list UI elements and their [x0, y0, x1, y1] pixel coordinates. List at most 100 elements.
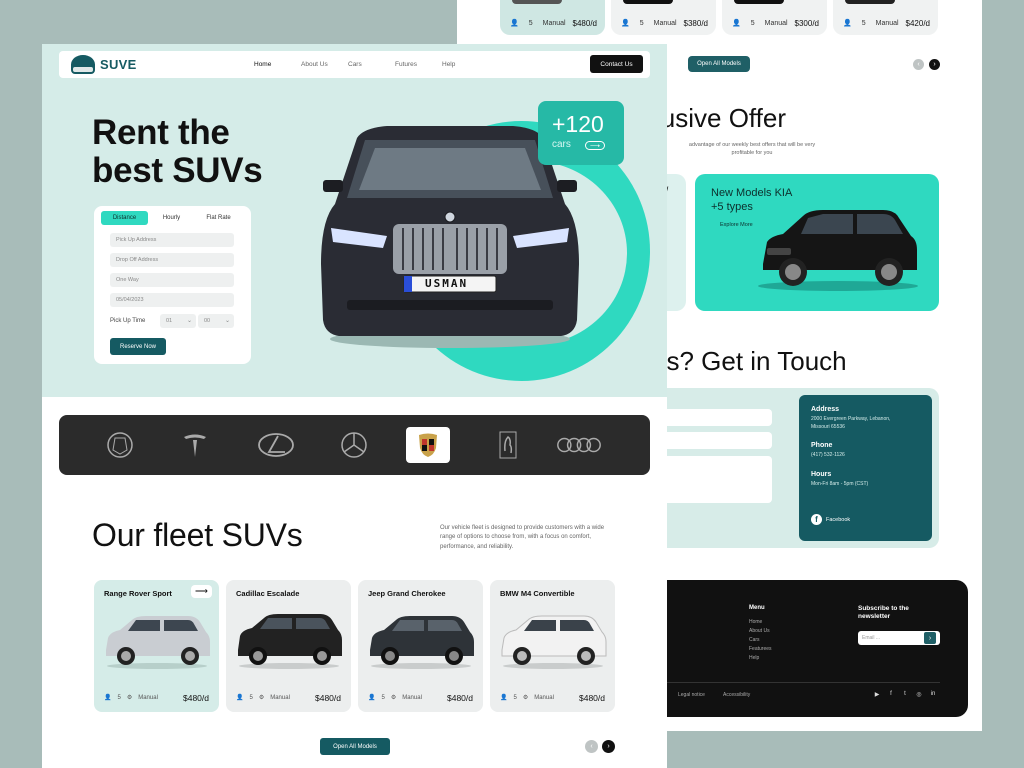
transmission: Manual: [542, 19, 566, 27]
footer-link-cars[interactable]: Cars: [749, 637, 760, 643]
nav-about-us[interactable]: About Us: [301, 61, 348, 68]
pickup-address-input[interactable]: Pick Up Address: [110, 233, 234, 247]
hour-value: 01: [166, 318, 173, 324]
footer-link-help[interactable]: Help: [749, 655, 759, 661]
address-heading: Address: [811, 406, 840, 413]
message-field[interactable]: [652, 456, 772, 503]
open-all-models-button[interactable]: Open All Models: [688, 56, 750, 72]
linkedin-icon[interactable]: in: [929, 690, 937, 698]
seat-icon: 👤: [500, 695, 508, 701]
transmission: Manual: [534, 694, 554, 701]
footer-link-featurees[interactable]: Featurees: [749, 646, 772, 652]
prev-arrow-icon[interactable]: ‹: [913, 59, 924, 70]
car-image: [512, 0, 562, 4]
car-card[interactable]: BMW M4 Convertible 👤 5 ⚙ Manual $480/d: [490, 580, 615, 712]
car-price: $480/d: [447, 693, 473, 703]
nav-links: Home About Us Cars Futures Help: [254, 61, 489, 68]
reserve-now-button[interactable]: Reserve Now: [110, 338, 166, 355]
transmission: Manual: [875, 19, 899, 27]
audi-logo-icon[interactable]: [557, 427, 601, 463]
tab-distance[interactable]: Distance: [101, 211, 148, 225]
contact-us-button[interactable]: Contact Us: [590, 55, 643, 73]
next-arrow-icon[interactable]: ›: [602, 740, 615, 753]
car-card[interactable]: Jeep Grand Cherokee 👤 5 ⚙ Manual $480/d: [358, 580, 483, 712]
license-plate-text: USMAN: [425, 277, 469, 290]
instagram-icon[interactable]: ◎: [915, 690, 923, 698]
explore-more-link[interactable]: Explore More: [720, 222, 753, 228]
youtube-icon[interactable]: ▶: [873, 690, 881, 698]
facebook-label: Facebook: [826, 516, 851, 523]
fleet-description: Our vehicle fleet is designed to provide…: [440, 525, 605, 550]
logo[interactable]: SUVE: [71, 55, 137, 74]
nav-cars[interactable]: Cars: [348, 61, 395, 68]
name-field[interactable]: n: [652, 409, 772, 426]
facebook-icon[interactable]: f: [887, 690, 895, 698]
kia-suv-image: [758, 210, 918, 291]
open-all-models-button[interactable]: Open All Models: [320, 738, 390, 755]
contact-info-box: Address 2000 Evergreen Parkway, Lebanon,…: [799, 395, 932, 541]
chevron-down-icon: ⌄: [186, 318, 192, 324]
car-specs: 👤 5 ⚙ Manual: [500, 694, 554, 702]
seat-icon: 👤: [510, 20, 519, 27]
mini-car-card[interactable]: 👤 5 Manual $480/d: [500, 0, 605, 35]
porsche-logo-icon[interactable]: [406, 427, 450, 463]
mini-car-card[interactable]: 👤 5 Manual $300/d: [722, 0, 827, 35]
prev-arrow-icon[interactable]: ‹: [585, 740, 598, 753]
car-name: Jeep Grand Cherokee: [368, 589, 446, 598]
seats: 5: [528, 19, 533, 27]
dropoff-address-input[interactable]: Drop Off Address: [110, 253, 234, 267]
transmission: Manual: [764, 19, 788, 27]
transmission: Manual: [402, 694, 422, 701]
car-card[interactable]: Range Rover Sport ⟶ 👤 5 ⚙ Manual $480/d: [94, 580, 219, 712]
tab-hourly[interactable]: Hourly: [148, 211, 195, 225]
car-price: $480/d: [579, 693, 605, 703]
car-name: Range Rover Sport: [104, 589, 172, 598]
tesla-logo-icon[interactable]: [173, 427, 217, 463]
seat-icon: 👤: [843, 20, 852, 27]
car-card[interactable]: Cadillac Escalade 👤 5 ⚙ Manual $480/d: [226, 580, 351, 712]
mini-car-card[interactable]: 👤 5 Manual $420/d: [833, 0, 938, 35]
get-in-touch-title: ns? Get in Touch: [652, 346, 847, 376]
chevron-down-icon: ⌄: [224, 318, 230, 324]
navbar: SUVE Home About Us Cars Futures Help Con…: [59, 51, 650, 78]
seats: 5: [381, 694, 385, 701]
send-arrow-icon[interactable]: ›: [924, 632, 936, 644]
nav-help[interactable]: Help: [442, 61, 489, 68]
tab-flat-rate[interactable]: Flat Rate: [195, 211, 242, 225]
next-arrow-icon[interactable]: ›: [929, 59, 940, 70]
mini-car-card[interactable]: 👤 5 Manual $380/d: [611, 0, 716, 35]
kia-offer-card[interactable]: New Models KIA +5 types Explore More: [695, 174, 939, 311]
car-name: BMW M4 Convertible: [500, 589, 575, 598]
hour-select[interactable]: 01 ⌄: [160, 314, 196, 328]
car-count-badge[interactable]: +120 cars ⟶: [538, 101, 624, 165]
accessibility-link[interactable]: Accessibility: [723, 692, 750, 698]
car-name: Cadillac Escalade: [236, 589, 300, 598]
footer: ks e e Menu Home About Us Cars Featurees…: [652, 580, 968, 717]
car-image: [845, 0, 895, 4]
seats: 5: [117, 694, 121, 701]
car-specs: 👤 5 ⚙ Manual: [104, 694, 158, 702]
footer-link-about[interactable]: About Us: [749, 628, 770, 634]
facebook-link[interactable]: f Facebook: [811, 514, 850, 525]
date-input[interactable]: 05/04/2023: [110, 293, 234, 307]
footer-divider: [652, 682, 940, 683]
legal-notice-link[interactable]: Legal notice: [678, 692, 705, 698]
twitter-icon[interactable]: t: [901, 690, 909, 698]
nav-home[interactable]: Home: [254, 61, 301, 68]
email-field[interactable]: [652, 432, 772, 449]
cadillac-logo-icon[interactable]: [98, 427, 142, 463]
hero-title: Rent the best SUVs: [92, 114, 263, 190]
facebook-icon: f: [811, 514, 822, 525]
nav-futures[interactable]: Futures: [395, 61, 442, 68]
seat-icon: 👤: [236, 695, 244, 701]
mercedes-logo-icon[interactable]: [332, 427, 376, 463]
seat-icon: 👤: [621, 20, 630, 27]
minute-select[interactable]: 00 ⌄: [198, 314, 234, 328]
ferrari-logo-icon[interactable]: [486, 427, 530, 463]
lexus-logo-icon[interactable]: [254, 427, 298, 463]
trip-type-select[interactable]: One Way: [110, 273, 234, 287]
hero-section: SUVE Home About Us Cars Futures Help Con…: [42, 44, 667, 397]
footer-link-home[interactable]: Home: [749, 619, 762, 625]
arrow-right-icon[interactable]: ⟶: [191, 585, 212, 598]
logo-text: SUVE: [100, 57, 137, 72]
